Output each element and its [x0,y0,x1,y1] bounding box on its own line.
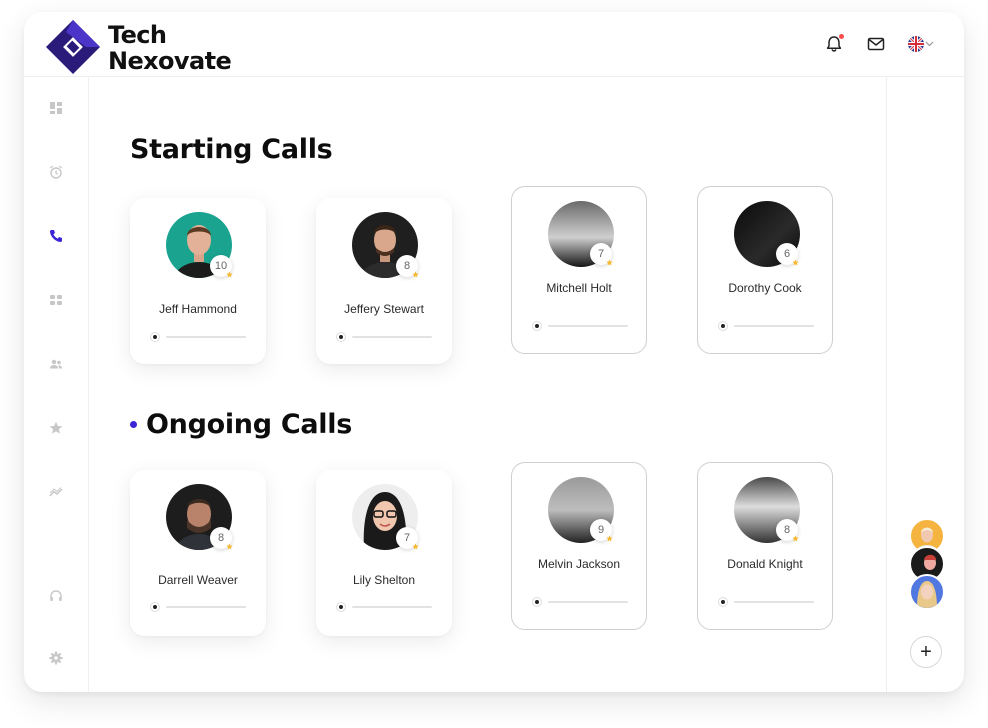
plus-icon: + [920,641,932,663]
brand-name: Tech Nexovate [108,21,232,75]
brand-line-2: Nexovate [108,47,232,75]
caller-name: Mitchell Holt [546,281,612,295]
call-card-mitchell-holt[interactable]: 7 Mitchell Holt [511,186,647,354]
caller-name: Lily Shelton [352,573,416,587]
settings-icon[interactable] [48,650,64,666]
caller-name: Jeff Hammond [159,302,237,316]
call-count-badge: 6 [776,243,799,266]
star-icon [226,543,233,550]
star-icon [226,271,233,278]
call-count: 6 [783,248,791,260]
call-progress [532,597,628,607]
user-dot-icon [336,332,346,342]
call-card-dorothy-cook[interactable]: 6 Dorothy Cook [697,186,833,354]
caller-name: Melvin Jackson [537,557,621,571]
progress-track [166,336,246,338]
alarm-clock-icon[interactable] [48,164,64,180]
chevron-down-icon[interactable] [925,39,934,48]
progress-track [352,606,432,608]
user-avatar-3[interactable] [909,574,945,610]
sidebar [24,76,89,692]
call-card-jeffery-stewart[interactable]: 8 Jeffery Stewart [316,198,452,364]
progress-track [548,325,628,327]
star-icon [606,259,613,266]
user-dot-icon [150,332,160,342]
call-card-jeff-hammond[interactable]: 10 Jeff Hammond [130,198,266,364]
call-card-donald-knight[interactable]: 8 Donald Knight [697,462,833,630]
progress-track [734,601,814,603]
call-card-darrell-weaver[interactable]: 8 Darrell Weaver [130,470,266,636]
dashboard-icon[interactable] [48,100,64,116]
call-card-melvin-jackson[interactable]: 9 Melvin Jackson [511,462,647,630]
caller-name: Dorothy Cook [728,281,802,295]
call-count-badge: 7 [590,243,613,266]
user-dot-icon [532,321,542,331]
call-progress [336,332,432,342]
user-dot-icon [532,597,542,607]
star-icon [412,543,419,550]
call-count-badge: 9 [590,519,613,542]
add-participant-button[interactable]: + [910,636,942,668]
star-icon [792,535,799,542]
call-count-badge: 10 [210,255,233,278]
users-icon[interactable] [48,356,64,372]
user-dot-icon [718,321,728,331]
star-icon [606,535,613,542]
call-count-badge: 8 [776,519,799,542]
headset-icon[interactable] [48,588,64,604]
star-icon [412,271,419,278]
call-progress [336,602,432,612]
call-count: 7 [597,248,605,260]
call-count-badge: 7 [396,527,419,550]
user-dot-icon [336,602,346,612]
call-progress [150,602,246,612]
call-count-badge: 8 [396,255,419,278]
ongoing-calls-title: Ongoing Calls [146,409,352,440]
right-panel: + [886,76,964,692]
star-icon [792,259,799,266]
call-count: 7 [403,532,411,544]
user-dot-icon [718,597,728,607]
person-photo-icon [917,581,937,608]
call-count: 8 [783,524,791,536]
mail-icon [867,37,885,51]
notification-dot [839,34,844,39]
trend-icon[interactable] [48,484,64,500]
language-selector[interactable] [908,36,924,52]
call-count: 8 [217,532,225,544]
call-card-lily-shelton[interactable]: 7 Lily Shelton [316,470,452,636]
starting-calls-title: Starting Calls [130,134,333,165]
call-count-badge: 8 [210,527,233,550]
phone-icon[interactable] [48,228,64,244]
progress-track [548,601,628,603]
brand-logo[interactable]: Tech Nexovate [44,18,244,76]
caller-name: Darrell Weaver [158,573,238,587]
logo-mark-icon [46,20,100,74]
call-progress [718,597,814,607]
brand-line-1: Tech [108,21,167,49]
progress-track [352,336,432,338]
uk-flag-icon [908,36,924,52]
call-progress [150,332,246,342]
call-count: 9 [597,524,605,536]
messages-button[interactable] [866,34,886,54]
call-progress [718,321,814,331]
progress-track [734,325,814,327]
app-window: Tech Nexovate Starting Calls 10 Jeff Ham… [24,12,964,692]
top-header: Tech Nexovate [24,12,964,77]
progress-track [166,606,246,608]
star-icon[interactable] [48,420,64,436]
caller-name: Donald Knight [727,557,803,571]
call-count: 8 [403,260,411,272]
call-progress [532,321,628,331]
cards-icon[interactable] [48,292,64,308]
user-dot-icon [150,602,160,612]
live-indicator-dot [130,421,137,428]
notifications-button[interactable] [824,34,844,54]
caller-name: Jeffery Stewart [344,302,424,316]
